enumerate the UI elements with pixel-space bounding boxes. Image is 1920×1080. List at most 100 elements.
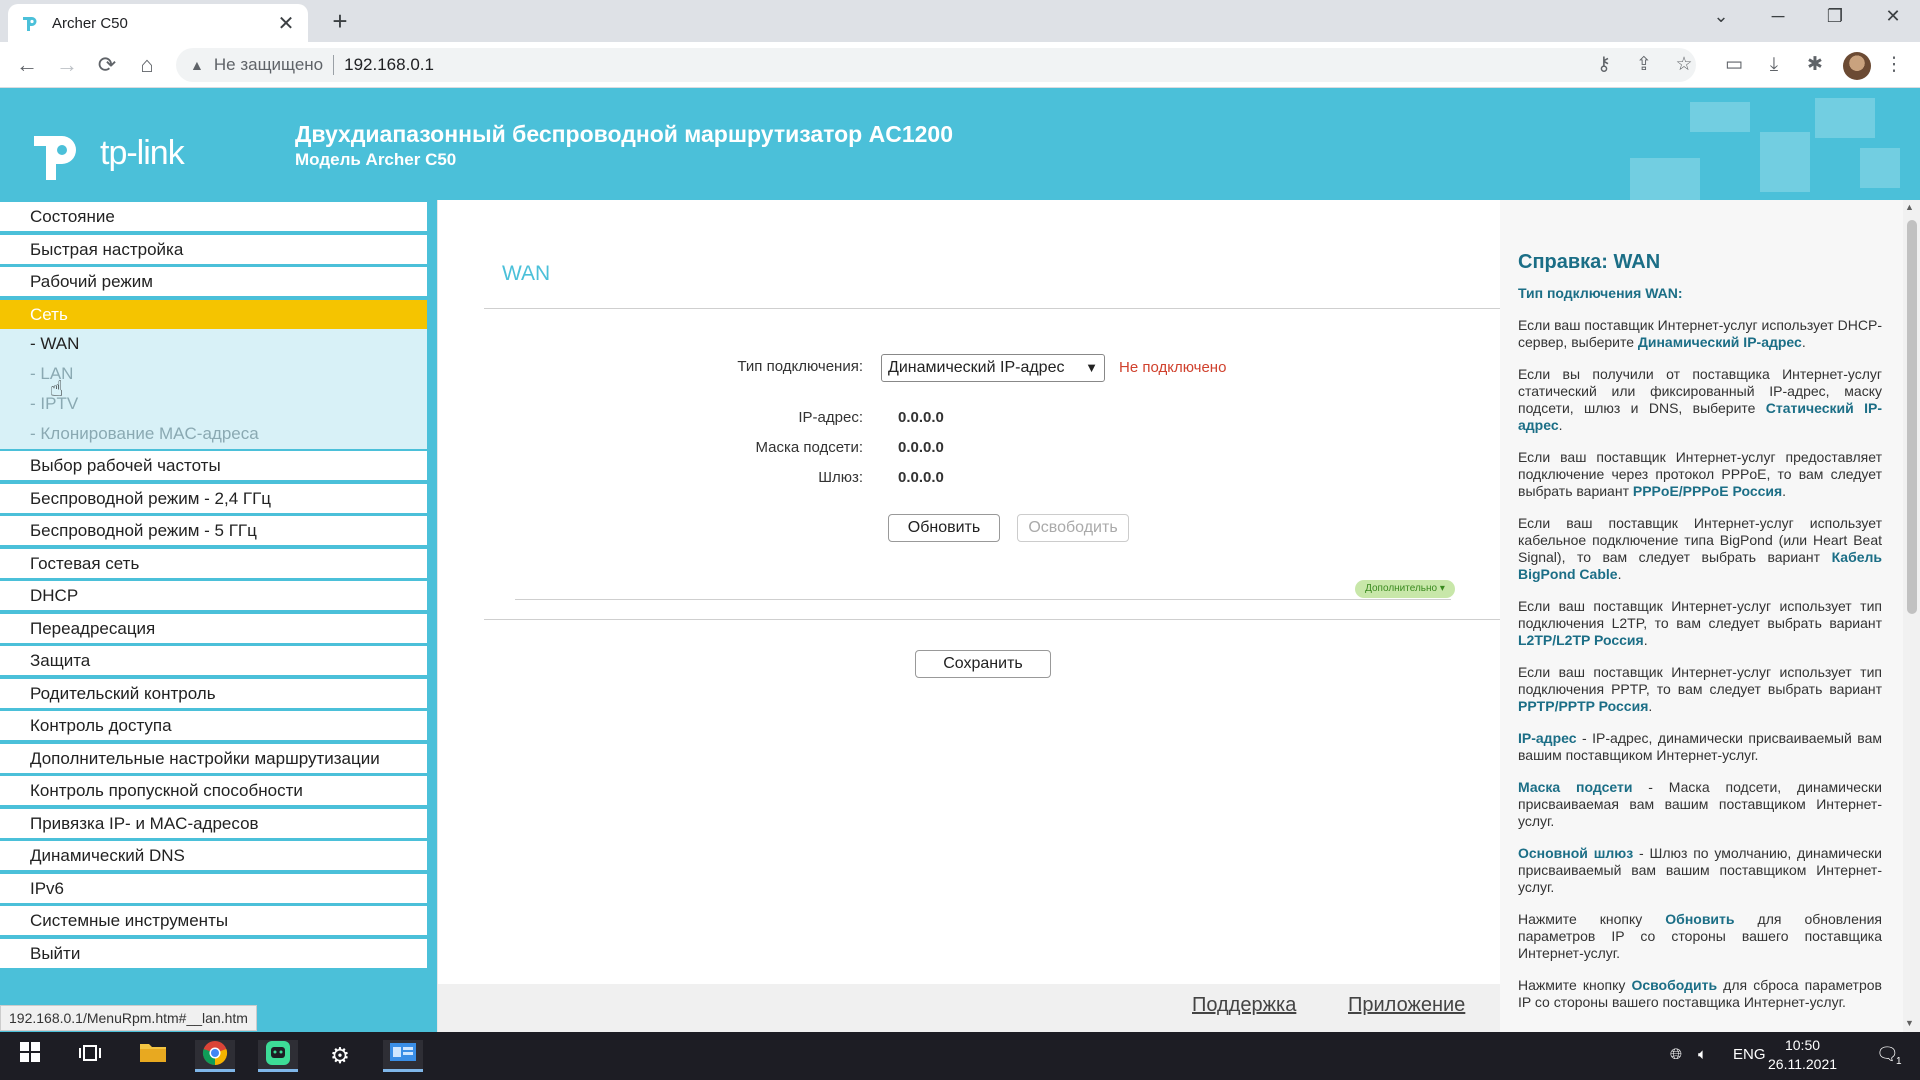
help-paragraph: Основной шлюз - Шлюз по умолчанию, динам… — [1518, 845, 1882, 896]
menu-item-system-tools[interactable]: Системные инструменты — [0, 906, 427, 935]
address-bar[interactable]: ▲ Не защищено 192.168.0.1 — [176, 48, 1696, 82]
menu-item-ipv6[interactable]: IPv6 — [0, 874, 427, 903]
connection-type-select[interactable]: Динамический IP-адрес ▼ — [881, 354, 1105, 382]
home-button[interactable]: ⌂ — [132, 50, 162, 80]
connection-type-label: Тип подключения: — [737, 358, 863, 375]
chevron-down-icon: ▼ — [1085, 360, 1098, 375]
submenu-item-wan[interactable]: - WAN — [30, 334, 79, 354]
menu-item-dynamic-dns[interactable]: Динамический DNS — [0, 841, 427, 870]
release-button[interactable]: Освободить — [1017, 514, 1129, 542]
app-link[interactable]: Приложение — [1348, 994, 1465, 1017]
system-clock[interactable]: 10:50 26.11.2021 — [1768, 1036, 1837, 1074]
minimize-button[interactable]: ─ — [1763, 6, 1793, 27]
tp-link-logo-icon — [34, 136, 76, 180]
browser-toolbar: ← → ⟳ ⌂ ▲ Не защищено 192.168.0.1 ⚷ ⇪ ☆ … — [0, 42, 1920, 88]
support-link[interactable]: Поддержка — [1192, 994, 1296, 1017]
menu-item-status[interactable]: Состояние — [0, 202, 427, 231]
menu-item-forwarding[interactable]: Переадресация — [0, 614, 427, 643]
warning-icon[interactable]: ▲ — [190, 57, 204, 73]
new-tab-button[interactable]: + — [325, 6, 355, 37]
menu-item-parental-control[interactable]: Родительский контроль — [0, 679, 427, 708]
tab-title: Archer C50 — [52, 14, 128, 32]
ip-value: 0.0.0.0 — [898, 409, 944, 426]
help-panel: Справка: WAN Тип подключения WAN: Если в… — [1500, 200, 1903, 1032]
menu-item-quick-setup[interactable]: Быстрая настройка — [0, 235, 427, 264]
tab-search-icon[interactable]: ⌄ — [1706, 6, 1736, 27]
menu-item-ip-mac-binding[interactable]: Привязка IP- и MAC-адресов — [0, 809, 427, 838]
settings-gear-icon[interactable]: ⚙ — [320, 1040, 360, 1072]
cast-icon[interactable]: ▭ — [1721, 52, 1747, 78]
control-panel-icon[interactable] — [383, 1040, 423, 1072]
mouse-pointer-icon: ☝ — [50, 376, 64, 401]
menu-item-guest-network[interactable]: Гостевая сеть — [0, 549, 427, 578]
password-key-icon[interactable]: ⚷ — [1591, 52, 1617, 78]
menu-item-operation-mode[interactable]: Рабочий режим — [0, 267, 427, 296]
messenger-app-icon[interactable] — [258, 1040, 298, 1072]
submenu-item-mac-clone[interactable]: - Клонирование MAC-адреса — [30, 424, 259, 444]
divider — [484, 308, 1502, 309]
extensions-puzzle-icon[interactable]: ✱ — [1802, 52, 1828, 78]
header-decoration — [1690, 102, 1750, 132]
help-highlight: Обновить — [1665, 911, 1735, 927]
help-highlight: L2TP/L2TP Россия — [1518, 632, 1644, 648]
menu-item-wireless-5[interactable]: Беспроводной режим - 5 ГГц — [0, 516, 427, 545]
connection-status: Не подключено — [1119, 359, 1227, 376]
menu-item-network[interactable]: Сеть — [0, 300, 427, 329]
gateway-label: Шлюз: — [818, 469, 863, 486]
page-scrollbar[interactable]: ▲ ▼ — [1903, 200, 1920, 1032]
help-paragraph: Если ваш поставщик Интернет-услуг исполь… — [1518, 317, 1882, 350]
file-explorer-icon[interactable] — [133, 1040, 173, 1072]
omnibox-divider — [333, 55, 335, 75]
network-submenu: - WAN - LAN - IPTV - Клонирование MAC-ад… — [0, 329, 427, 449]
ip-label: IP-адрес: — [798, 409, 863, 426]
browser-tab[interactable]: Archer C50 ✕ — [8, 4, 308, 42]
restore-button[interactable]: ❐ — [1820, 6, 1850, 27]
menu-item-dhcp[interactable]: DHCP — [0, 581, 427, 610]
menu-item-bandwidth-control[interactable]: Контроль пропускной способности — [0, 776, 427, 805]
forward-button[interactable]: → — [52, 50, 82, 80]
scroll-up-icon[interactable]: ▲ — [1905, 202, 1914, 212]
save-button[interactable]: Сохранить — [915, 650, 1051, 678]
help-text: Если ваш поставщик Интернет-услуг исполь… — [1518, 664, 1882, 697]
share-icon[interactable]: ⇪ — [1631, 52, 1657, 78]
network-globe-icon[interactable]: 🌐︎ — [1670, 1046, 1682, 1063]
profile-avatar[interactable] — [1843, 52, 1871, 80]
close-window-button[interactable]: ✕ — [1878, 6, 1908, 27]
header-decoration — [1630, 158, 1700, 200]
mask-label: Маска подсети: — [755, 439, 863, 456]
refresh-button[interactable]: Обновить — [888, 514, 1000, 542]
download-icon[interactable]: ⤓ — [1761, 52, 1787, 78]
help-paragraph: Если вы получили от поставщика Интернет-… — [1518, 366, 1882, 433]
volume-icon[interactable]: 🔈︎ — [1698, 1046, 1707, 1063]
menu-item-wireless-24[interactable]: Беспроводной режим - 2,4 ГГц — [0, 484, 427, 513]
scroll-down-icon[interactable]: ▼ — [1905, 1018, 1914, 1028]
menu-item-advanced-routing[interactable]: Дополнительные настройки маршрутизации — [0, 744, 427, 773]
language-indicator[interactable]: ENG — [1733, 1046, 1766, 1063]
help-paragraph: Нажмите кнопку Освободить для сброса пар… — [1518, 977, 1882, 1011]
menu-item-security[interactable]: Защита — [0, 646, 427, 675]
router-header: tp-link Двухдиапазонный беспроводной мар… — [0, 88, 1920, 200]
scroll-thumb[interactable] — [1907, 220, 1917, 614]
windows-start-icon[interactable] — [10, 1040, 50, 1072]
browser-status-url: 192.168.0.1/MenuRpm.htm#__lan.htm — [0, 1005, 257, 1031]
notification-count: 1 — [1896, 1056, 1902, 1067]
menu-item-logout[interactable]: Выйти — [0, 939, 427, 968]
menu-item-band-selection[interactable]: Выбор рабочей частоты — [0, 451, 427, 480]
advanced-toggle[interactable]: Дополнительно ▾ — [1355, 580, 1455, 598]
tp-link-logo[interactable]: tp-link — [30, 122, 185, 184]
browser-menu-icon[interactable]: ⋮ — [1881, 52, 1907, 78]
bookmark-star-icon[interactable]: ☆ — [1671, 52, 1697, 78]
back-button[interactable]: ← — [12, 50, 42, 80]
url-text[interactable]: 192.168.0.1 — [344, 55, 434, 75]
help-highlight: Освободить — [1631, 977, 1718, 993]
header-decoration — [1760, 132, 1810, 192]
menu-item-access-control[interactable]: Контроль доступа — [0, 711, 427, 740]
reload-button[interactable]: ⟳ — [92, 50, 122, 80]
help-text: Нажмите кнопку — [1518, 911, 1666, 927]
help-paragraph: Маска подсети - Маска подсети, динамичес… — [1518, 779, 1882, 830]
task-view-icon[interactable] — [70, 1040, 110, 1072]
tab-close-icon[interactable]: ✕ — [276, 11, 296, 36]
security-label[interactable]: Не защищено — [214, 55, 323, 75]
clock-date: 26.11.2021 — [1768, 1056, 1838, 1072]
chrome-icon[interactable] — [195, 1040, 235, 1072]
